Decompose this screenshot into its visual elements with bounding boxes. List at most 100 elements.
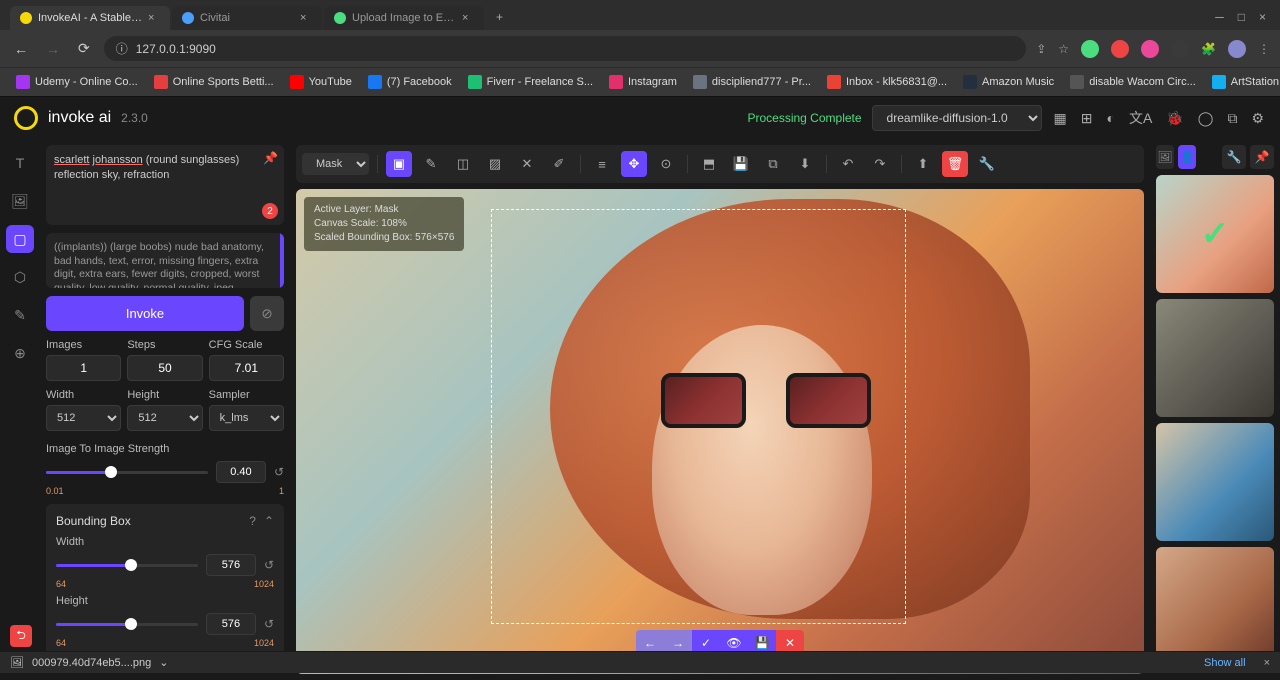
training-tab[interactable]: ⊕: [6, 339, 34, 367]
model-manager-icon[interactable]: ⊞: [1079, 108, 1095, 129]
height-select[interactable]: 512: [127, 405, 202, 431]
nodes-tab[interactable]: ⬡: [6, 263, 34, 291]
close-icon[interactable]: ×: [300, 12, 312, 24]
reload-button[interactable]: ⟳: [74, 36, 94, 61]
extension-icon[interactable]: [1141, 40, 1159, 58]
settings-icon[interactable]: ⚙: [1249, 108, 1266, 129]
img2img-tab[interactable]: 🖼: [6, 187, 34, 215]
discord-icon[interactable]: ⧉: [1225, 108, 1239, 129]
bbox-width-value[interactable]: [206, 554, 256, 576]
download-icon[interactable]: ⬇: [792, 151, 818, 177]
back-button[interactable]: ←: [10, 37, 32, 61]
options-icon[interactable]: ≡: [589, 151, 615, 177]
bookmark-item[interactable]: Amazon Music: [957, 72, 1060, 92]
reset-icon[interactable]: ↺: [264, 558, 274, 572]
gallery-thumbnail[interactable]: ✓: [1156, 175, 1274, 293]
i2i-strength-slider[interactable]: [46, 471, 208, 474]
reset-icon[interactable]: ↺: [264, 617, 274, 631]
brush-tool-icon[interactable]: ▣: [386, 151, 412, 177]
bookmark-item[interactable]: discipliend777 - Pr...: [687, 72, 817, 92]
copy-icon[interactable]: ⧉: [760, 151, 786, 177]
delete-icon[interactable]: 🗑: [942, 151, 968, 177]
close-icon[interactable]: ×: [462, 12, 474, 24]
negative-prompt[interactable]: ((implants)) (large boobs) nude bad anat…: [46, 233, 284, 288]
model-select[interactable]: dreamlike-diffusion-1.0: [872, 105, 1042, 131]
bbox-height-value[interactable]: [206, 613, 256, 635]
extensions-menu-icon[interactable]: 🧩: [1201, 42, 1216, 56]
upload-icon[interactable]: ⬆: [910, 151, 936, 177]
resize-handle[interactable]: [280, 233, 284, 288]
fill-tool-icon[interactable]: ▨: [482, 151, 508, 177]
color-picker-icon[interactable]: ✐: [546, 151, 572, 177]
gallery-thumbnail[interactable]: [1156, 423, 1274, 541]
postprocess-tab[interactable]: ✎: [6, 301, 34, 329]
bookmark-item[interactable]: Fiverr - Freelance S...: [462, 72, 599, 92]
extension-icon[interactable]: [1111, 40, 1129, 58]
close-downloads-icon[interactable]: ×: [1264, 657, 1270, 669]
extension-icon[interactable]: [1081, 40, 1099, 58]
info-icon[interactable]: ?: [249, 514, 256, 528]
show-all-downloads[interactable]: Show all: [1204, 657, 1246, 669]
save-icon[interactable]: 💾: [728, 151, 754, 177]
console-toggle-button[interactable]: ⮌: [10, 625, 32, 647]
site-info-icon[interactable]: ⓘ: [116, 40, 128, 57]
eraser-tool-icon[interactable]: ◫: [450, 151, 476, 177]
chevron-up-icon[interactable]: ⌃: [264, 514, 274, 528]
bookmark-item[interactable]: Online Sports Betti...: [148, 72, 280, 92]
gallery-settings-icon[interactable]: 🔧: [1222, 145, 1246, 169]
reset-icon[interactable]: ↺: [274, 465, 284, 479]
cancel-button[interactable]: ⊘: [250, 296, 284, 331]
merge-icon[interactable]: ⬒: [696, 151, 722, 177]
browser-tab[interactable]: Upload Image to Enlarge & Enh... ×: [324, 6, 484, 30]
browser-tab[interactable]: InvokeAI - A Stable Diffusion To... ×: [10, 6, 170, 30]
minimize-icon[interactable]: ─: [1215, 10, 1224, 24]
extension-icon[interactable]: [1171, 40, 1189, 58]
browser-tab[interactable]: Civitai ×: [172, 6, 322, 30]
gallery-pin-icon[interactable]: 📌: [1250, 145, 1274, 169]
settings-tool-icon[interactable]: 🔧: [974, 151, 1000, 177]
profile-avatar[interactable]: [1228, 40, 1246, 58]
unified-canvas-tab[interactable]: ▢: [6, 225, 34, 253]
bug-icon[interactable]: 🐞: [1164, 108, 1185, 129]
share-icon[interactable]: ⇪: [1036, 42, 1046, 56]
chevron-down-icon[interactable]: ⌄: [159, 656, 168, 669]
pen-tool-icon[interactable]: ✎: [418, 151, 444, 177]
bookmark-item[interactable]: YouTube: [284, 72, 358, 92]
theme-icon[interactable]: ◐: [1105, 108, 1117, 128]
reset-view-icon[interactable]: ⊙: [653, 151, 679, 177]
layer-select[interactable]: Mask: [302, 153, 369, 175]
canvas[interactable]: Active Layer: Mask Canvas Scale: 108% Sc…: [296, 189, 1144, 674]
positive-prompt[interactable]: 📌 scarlett johansson (round sunglasses) …: [46, 145, 284, 225]
bounding-box[interactable]: [491, 209, 906, 624]
bookmark-item[interactable]: Instagram: [603, 72, 683, 92]
close-window-icon[interactable]: ×: [1259, 10, 1266, 24]
redo-icon[interactable]: ↷: [867, 151, 893, 177]
language-icon[interactable]: 文A: [1127, 106, 1154, 130]
bookmark-item[interactable]: ArtStation - Greg R...: [1206, 72, 1280, 92]
steps-input[interactable]: [127, 355, 202, 381]
gallery-icon[interactable]: ▦: [1052, 108, 1069, 129]
address-bar[interactable]: ⓘ 127.0.0.1:9090: [104, 36, 1026, 61]
bookmark-item[interactable]: Inbox - klk56831@...: [821, 72, 953, 92]
width-select[interactable]: 512: [46, 405, 121, 431]
cfg-input[interactable]: [209, 355, 284, 381]
invoke-button[interactable]: Invoke: [46, 296, 244, 331]
txt2img-tab[interactable]: T: [6, 149, 34, 177]
images-input[interactable]: [46, 355, 121, 381]
bbox-width-slider[interactable]: [56, 564, 198, 567]
bookmark-star-icon[interactable]: ☆: [1058, 42, 1069, 56]
bookmark-item[interactable]: (7) Facebook: [362, 72, 458, 92]
gallery-user-tab[interactable]: 👤: [1178, 145, 1196, 169]
clear-tool-icon[interactable]: ✕: [514, 151, 540, 177]
move-tool-icon[interactable]: ✥: [621, 151, 647, 177]
download-filename[interactable]: 000979.40d74eb5....png: [32, 657, 151, 669]
gallery-thumbnail[interactable]: [1156, 299, 1274, 417]
i2i-strength-value[interactable]: [216, 461, 266, 483]
bookmark-item[interactable]: Udemy - Online Co...: [10, 72, 144, 92]
maximize-icon[interactable]: □: [1238, 10, 1245, 24]
gallery-thumbnail[interactable]: [1156, 547, 1274, 665]
close-icon[interactable]: ×: [148, 12, 160, 24]
undo-icon[interactable]: ↶: [835, 151, 861, 177]
forward-button[interactable]: →: [42, 37, 64, 61]
github-icon[interactable]: ◯: [1196, 108, 1216, 129]
